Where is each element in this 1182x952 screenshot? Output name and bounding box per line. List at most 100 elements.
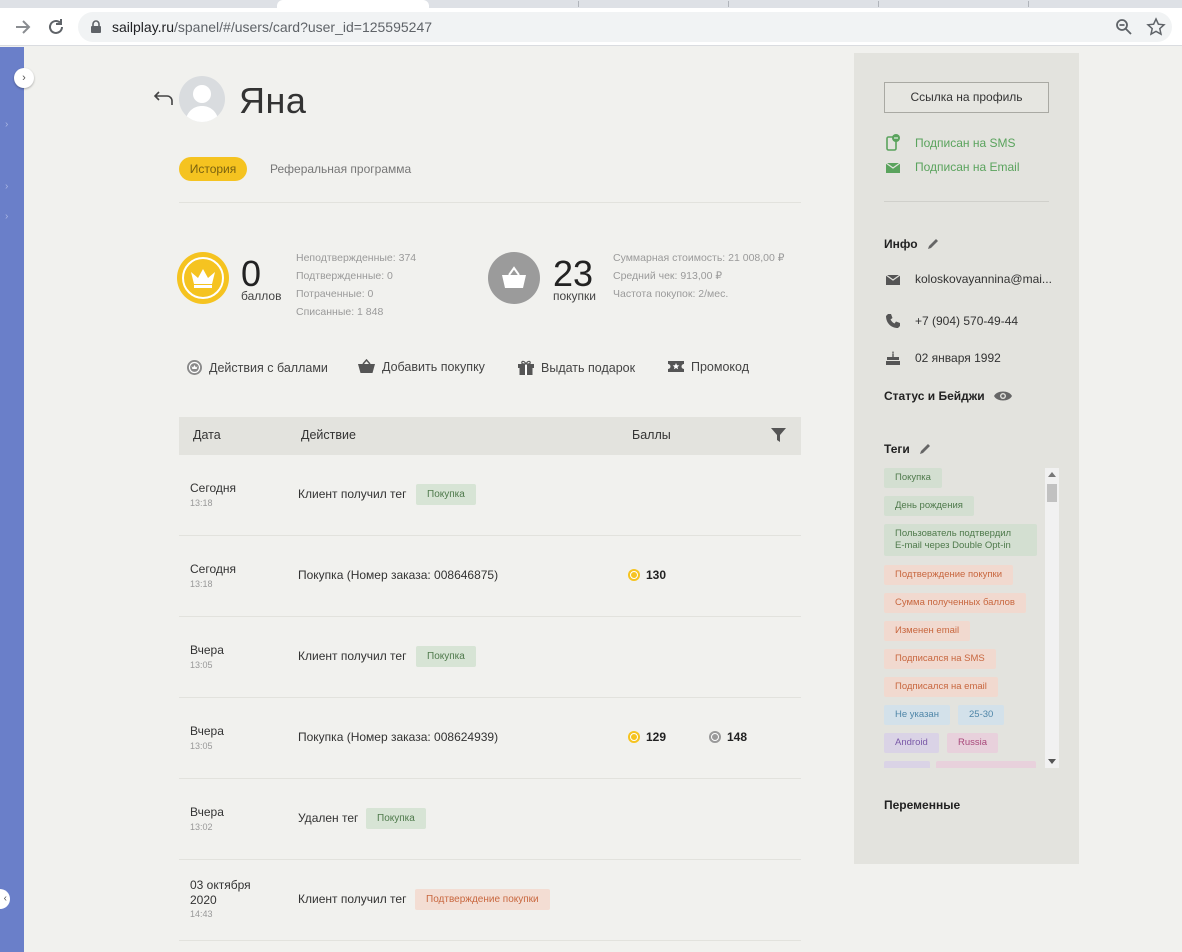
tab-history[interactable]: История [179, 157, 247, 181]
variables-section-title: Переменные [884, 798, 961, 812]
tag-chip[interactable]: Сумма полученных баллов [884, 593, 1026, 613]
sms-subscription: Подписан на SMS [885, 134, 1016, 151]
phone-info: +7 (904) 570-49-44 [885, 313, 1018, 329]
star-icon[interactable] [1146, 17, 1166, 37]
left-sidebar: › › › › ‹ [0, 47, 34, 952]
purchases-avg: Средний чек: 913,00 ₽ [613, 270, 723, 282]
zoom-icon[interactable] [1114, 17, 1134, 37]
lock-icon [91, 20, 101, 33]
info-section-title: Инфо [884, 237, 940, 251]
tag-chip[interactable]: Russia [947, 733, 999, 753]
gold-coin-icon [628, 731, 640, 743]
user-silhouette-icon [185, 85, 219, 122]
status-section-title: Статус и Бейджи [884, 389, 1013, 403]
written-off-points: 148 [709, 730, 747, 744]
history-table-header: Дата Действие Баллы [179, 417, 801, 455]
scroll-down-arrow-icon[interactable] [1048, 759, 1056, 764]
profile-link-button[interactable]: Ссылка на профиль [884, 82, 1049, 113]
tag-chip[interactable]: Подтверждение покупки [884, 565, 1014, 585]
tag-chip[interactable]: 25-30 [958, 705, 1005, 725]
points-confirmed: Подтвержденные: 0 [296, 270, 393, 282]
cake-icon [886, 351, 900, 365]
tag-chip-partial[interactable] [884, 761, 930, 768]
tag-chip[interactable]: Подписался на email [884, 677, 998, 697]
birthday-info: 02 января 1992 [885, 350, 1001, 366]
tab-referral[interactable]: Реферальная программа [270, 162, 411, 176]
tag-chip[interactable]: Пользователь подтвердил E-mail через Doub… [884, 524, 1037, 556]
add-purchase-button[interactable]: Добавить покупку [357, 359, 485, 374]
reload-icon[interactable] [45, 16, 67, 38]
user-info-panel: Ссылка на профиль Подписан на SMS Подпис… [854, 53, 1079, 864]
divider [179, 202, 801, 203]
tag-badge: Подтверждение покупки [415, 889, 550, 910]
give-gift-button[interactable]: Выдать подарок [517, 359, 635, 376]
table-row: Вчера 13:05 Клиент получил тег Покупка [179, 617, 801, 698]
tags-section-title: Теги [884, 442, 932, 456]
sidebar-toggle-button[interactable]: › [14, 68, 34, 88]
tab-separator [728, 1, 729, 7]
tab-separator [878, 1, 879, 7]
sms-icon [886, 134, 900, 151]
column-header-action[interactable]: Действие [301, 428, 356, 442]
url-text: sailplay.ru/spanel/#/users/card?user_id=… [112, 19, 433, 35]
avatar [179, 76, 225, 122]
tag-chip[interactable]: Android [884, 733, 939, 753]
basket-icon [502, 266, 526, 288]
tags-scrollbar[interactable] [1045, 468, 1059, 768]
scroll-up-arrow-icon[interactable] [1048, 472, 1056, 477]
tag-badge: Покупка [366, 808, 426, 829]
tag-chip[interactable]: День рождения [884, 496, 974, 516]
scroll-thumb[interactable] [1047, 484, 1057, 502]
back-arrow-icon[interactable] [152, 88, 176, 108]
tag-chip-partial[interactable] [936, 761, 1036, 768]
pencil-icon[interactable] [918, 442, 932, 456]
collapse-circle-button[interactable]: ‹ [0, 889, 10, 909]
chevron-right-icon[interactable]: › [5, 181, 8, 192]
coin-icon [187, 360, 202, 375]
tag-badge: Покупка [416, 484, 476, 505]
purchases-total: Суммарная стоимость: 21 008,00 ₽ [613, 252, 785, 264]
filter-icon[interactable] [770, 427, 787, 444]
gift-icon [518, 360, 534, 375]
browser-toolbar: sailplay.ru/spanel/#/users/card?user_id=… [0, 8, 1182, 46]
tab-separator [578, 1, 579, 7]
table-row: Сегодня 13:18 Клиент получил тег Покупка [179, 455, 801, 536]
table-row: Сегодня 13:18 Покупка (Номер заказа: 008… [179, 536, 801, 617]
chevron-right-icon[interactable]: › [5, 211, 8, 222]
tag-badge: Покупка [416, 646, 476, 667]
purchases-badge [488, 252, 540, 304]
confirmed-points: 130 [628, 568, 666, 582]
pencil-icon[interactable] [926, 237, 940, 251]
tag-chip[interactable]: Не указан [884, 705, 950, 725]
tag-chip[interactable]: Подписался на SMS [884, 649, 996, 669]
envelope-icon [885, 162, 901, 173]
ticket-icon [668, 361, 684, 372]
address-bar[interactable]: sailplay.ru/spanel/#/users/card?user_id=… [78, 12, 1172, 42]
divider [884, 201, 1049, 202]
promo-code-button[interactable]: Промокод [667, 359, 749, 374]
tags-list: Покупка День рождения Пользователь подтв… [884, 468, 1059, 768]
points-written-off: Списанные: 1 848 [296, 306, 384, 318]
tag-chip[interactable]: Покупка [884, 468, 942, 488]
browser-active-tab[interactable] [277, 0, 429, 8]
points-actions-button[interactable]: Действия с баллами [186, 359, 328, 376]
column-header-points[interactable]: Баллы [632, 428, 671, 442]
points-label: баллов [241, 289, 282, 303]
confirmed-points: 129 [628, 730, 666, 744]
tag-chip[interactable]: Изменен email [884, 621, 971, 641]
table-row: Вчера 13:02 Удален тег Покупка [179, 779, 801, 860]
forward-arrow-icon[interactable] [12, 16, 34, 38]
column-header-date[interactable]: Дата [193, 428, 221, 442]
points-spent: Потраченные: 0 [296, 288, 374, 300]
gold-coin-icon [628, 569, 640, 581]
tab-separator [1028, 1, 1029, 7]
email-subscription: Подписан на Email [885, 160, 1020, 174]
browser-tabstrip [0, 0, 1182, 8]
chevron-right-icon[interactable]: › [5, 119, 8, 130]
grey-coin-icon [709, 731, 721, 743]
crown-icon [191, 269, 215, 288]
page-title: Яна [239, 80, 307, 121]
eye-icon[interactable] [993, 390, 1013, 402]
points-badge [177, 252, 229, 304]
points-unconfirmed: Неподтвержденные: 374 [296, 252, 417, 264]
